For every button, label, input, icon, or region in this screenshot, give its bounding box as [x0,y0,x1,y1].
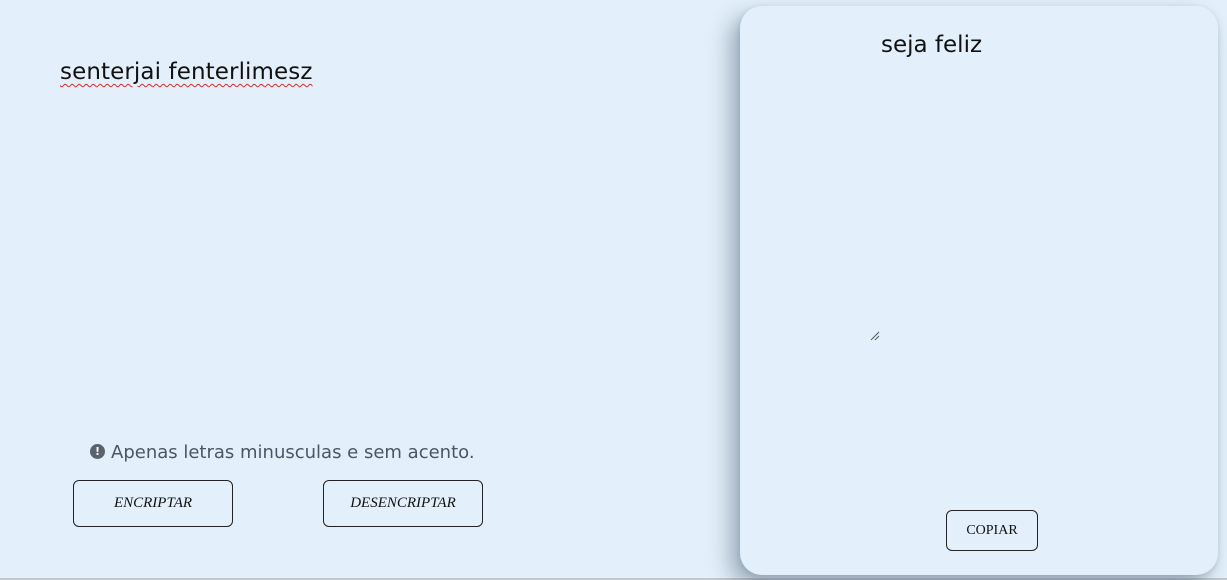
output-card: seja feliz COPIAR [740,6,1218,575]
exclamation-circle-icon: ! [90,444,105,459]
output-textarea[interactable]: seja feliz [881,30,982,60]
copy-button[interactable]: COPIAR [946,510,1038,551]
page: senterjai fenterlimesz ! Apenas letras m… [0,0,1227,580]
hint-text: Apenas letras minusculas e sem acento. [111,442,475,463]
resize-handle-icon[interactable] [870,331,880,341]
message-input[interactable]: senterjai fenterlimesz [60,57,313,87]
encrypt-button[interactable]: ENCRIPTAR [73,480,233,527]
decrypt-button[interactable]: DESENCRIPTAR [323,480,483,527]
input-hint: ! Apenas letras minusculas e sem acento. [90,442,475,464]
